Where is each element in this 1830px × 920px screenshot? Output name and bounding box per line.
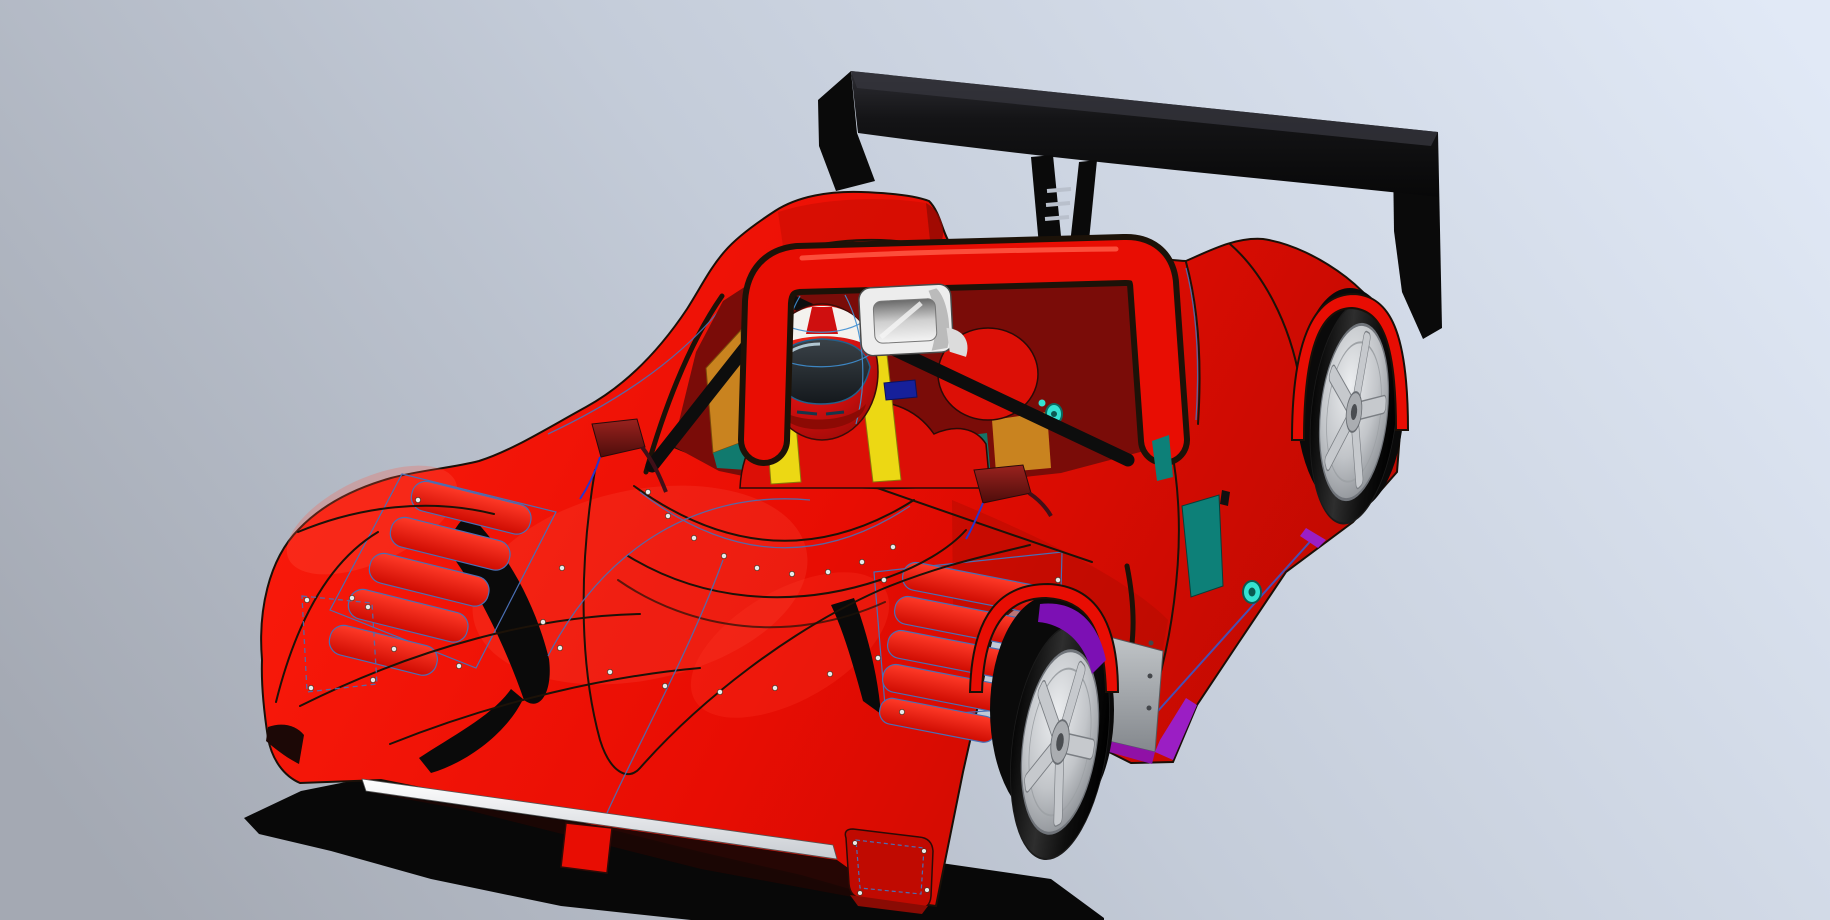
dash-dot-cyan [1039, 400, 1046, 407]
cad-viewport[interactable] [0, 0, 1830, 920]
model-render[interactable] [0, 0, 1830, 920]
nose-pillar [561, 823, 612, 873]
harness-buckle [884, 380, 917, 400]
